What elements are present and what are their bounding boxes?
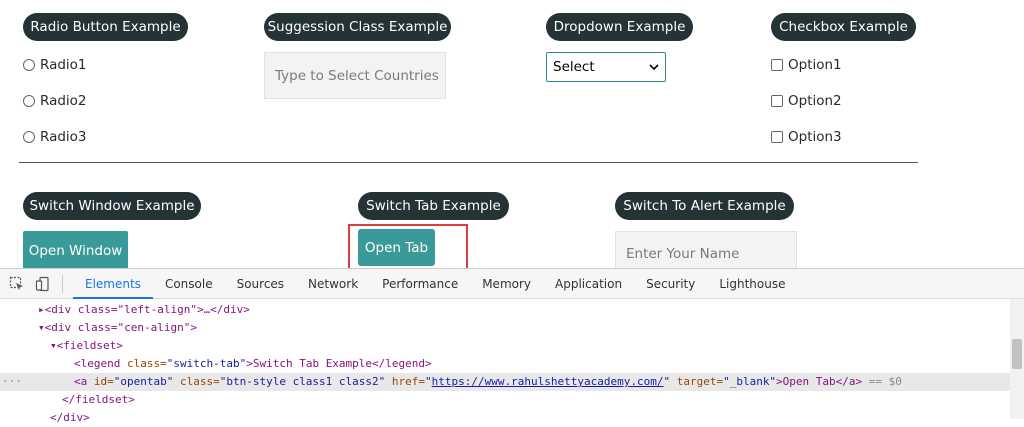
tab-security[interactable]: Security — [634, 269, 707, 299]
chevron-down-icon — [649, 64, 659, 71]
checkbox-legend: Checkbox Example — [771, 13, 916, 41]
dom-selected-marker: == $0 — [862, 375, 902, 388]
section-divider — [19, 162, 918, 163]
dom-value: "opentab" — [113, 375, 174, 388]
dom-link[interactable]: https://www.rahulshettyacademy.com/ — [432, 375, 664, 388]
dom-line-text: ▾<fieldset> — [50, 339, 123, 352]
dom-node-left-align[interactable]: ▸<div class="left-align">…</div> — [0, 301, 1010, 319]
tab-performance[interactable]: Performance — [370, 269, 470, 299]
radio-legend: Radio Button Example — [23, 13, 188, 41]
dom-node-legend[interactable]: <legend class="switch-tab">Switch Tab Ex… — [0, 355, 1010, 373]
checkbox-option-1[interactable]: Option1 — [771, 57, 842, 73]
dom-line-text: ▾<div class="cen-align"> — [38, 321, 197, 334]
dom-attr: class= — [126, 357, 167, 370]
radio-option-2[interactable]: Radio2 — [23, 93, 87, 109]
tab-network[interactable]: Network — [296, 269, 370, 299]
switch-window-legend: Switch Window Example — [23, 192, 201, 220]
highlight-annotation — [348, 224, 468, 268]
dom-node-div-close[interactable]: </div> — [0, 409, 1010, 427]
checkbox-option-3[interactable]: Option3 — [771, 129, 842, 145]
checkbox-square-icon[interactable] — [771, 95, 783, 107]
radio-option-1[interactable]: Radio1 — [23, 57, 87, 73]
dom-tag: >Open Tab</a> — [776, 375, 863, 388]
checkbox-square-icon[interactable] — [771, 131, 783, 143]
scroll-thumb[interactable] — [1012, 339, 1022, 369]
dom-node-cen-align[interactable]: ▾<div class="cen-align"> — [0, 319, 1010, 337]
dom-line-text: ▸<div class="left-align">…</div> — [38, 303, 250, 316]
dom-node-opentab-selected[interactable]: ··· <a id="opentab" class="btn-style clas… — [0, 373, 1010, 391]
more-icon[interactable]: ··· — [2, 373, 22, 391]
dropdown-value: Select — [553, 59, 595, 75]
autocomplete-placeholder: Type to Select Countries — [275, 67, 439, 84]
radio-circle-icon[interactable] — [23, 131, 35, 143]
checkbox-option-2[interactable]: Option2 — [771, 93, 842, 109]
switch-tab-legend: Switch Tab Example — [358, 192, 509, 220]
dom-attr: class= — [173, 375, 220, 388]
tab-memory[interactable]: Memory — [470, 269, 543, 299]
checkbox-label: Option3 — [788, 129, 842, 145]
dom-line-text: </fieldset> — [62, 393, 135, 406]
tab-sources[interactable]: Sources — [225, 269, 296, 299]
dom-attr: target= — [670, 375, 724, 388]
checkbox-label: Option1 — [788, 57, 842, 73]
dom-value: "switch-tab" — [166, 357, 247, 370]
checkbox-label: Option2 — [788, 93, 842, 109]
dom-tag: >Switch Tab Example</legend> — [246, 357, 432, 370]
radio-circle-icon[interactable] — [23, 59, 35, 71]
name-placeholder: Enter Your Name — [626, 245, 740, 262]
tabbar-separator — [62, 274, 63, 293]
tab-application[interactable]: Application — [543, 269, 634, 299]
dom-attr: id= — [93, 375, 114, 388]
radio-label: Radio2 — [40, 93, 87, 109]
dom-value: " — [425, 375, 432, 388]
checkbox-square-icon[interactable] — [771, 59, 783, 71]
tab-elements[interactable]: Elements — [73, 269, 153, 299]
inspect-element-icon[interactable] — [8, 275, 26, 293]
dom-attr: href= — [385, 375, 426, 388]
device-toggle-icon[interactable] — [34, 275, 52, 293]
dom-value: "_blank" — [723, 375, 777, 388]
dom-tag: <legend — [74, 357, 127, 370]
dom-node-fieldset[interactable]: ▾<fieldset> — [0, 337, 1010, 355]
suggestion-legend: Suggession Class Example — [264, 13, 451, 41]
devtools-panel: Elements Console Sources Network Perform… — [0, 268, 1024, 424]
tab-lighthouse[interactable]: Lighthouse — [707, 269, 797, 299]
dom-tag: <a — [74, 375, 94, 388]
devtools-scrollbar[interactable] — [1010, 299, 1024, 419]
name-input[interactable]: Enter Your Name — [615, 231, 797, 268]
radio-option-3[interactable]: Radio3 — [23, 129, 87, 145]
open-window-button[interactable]: Open Window — [23, 231, 128, 268]
dom-value: "btn-style class1 class2" — [219, 375, 386, 388]
radio-label: Radio3 — [40, 129, 87, 145]
dropdown-select[interactable]: Select — [546, 52, 666, 82]
devtools-tabbar: Elements Console Sources Network Perform… — [0, 269, 1024, 299]
practice-page: Radio Button Example Suggession Class Ex… — [0, 0, 1024, 268]
tab-console[interactable]: Console — [153, 269, 225, 299]
alert-legend: Switch To Alert Example — [615, 192, 794, 220]
radio-label: Radio1 — [40, 57, 87, 73]
autocomplete-input[interactable]: Type to Select Countries — [264, 52, 446, 99]
radio-circle-icon[interactable] — [23, 95, 35, 107]
dropdown-legend: Dropdown Example — [546, 13, 693, 41]
dom-node-fieldset-close[interactable]: </fieldset> — [0, 391, 1010, 409]
